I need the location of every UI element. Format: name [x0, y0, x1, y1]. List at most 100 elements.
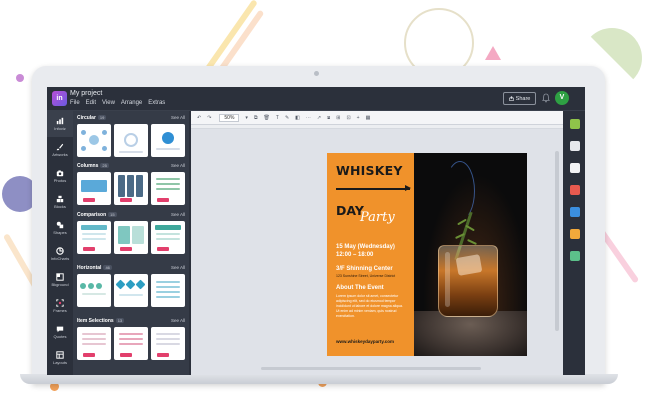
paint-icon[interactable] [570, 119, 580, 129]
group-icon[interactable]: ⊡ [346, 115, 350, 121]
editor-toolbar: ↶ ↷ 50% ▾ ⧉ 🗑 T ✎ ◧ ⋯ ↗ ⧈ ⊞ ⊡ + ▦ [191, 111, 563, 125]
arrow-icon [336, 185, 411, 191]
project-name[interactable]: My project [70, 90, 102, 97]
horizontal-scrollbar[interactable] [261, 367, 481, 370]
canvas-area[interactable]: ↶ ↷ 50% ▾ ⧉ 🗑 T ✎ ◧ ⋯ ↗ ⧈ ⊞ ⊡ + ▦ WHISKE… [191, 111, 563, 375]
template-thumbnail[interactable] [77, 274, 111, 307]
camera-icon [56, 170, 64, 177]
zoom-out-icon[interactable]: ▾ [245, 115, 248, 121]
layers-icon[interactable] [570, 185, 580, 195]
sidebar-item-quotes[interactable]: Quotes [47, 319, 73, 345]
template-thumbnail[interactable] [151, 327, 185, 360]
poster-venue[interactable]: 3/F Shinning Center [336, 266, 393, 272]
template-thumbnail[interactable] [77, 124, 111, 157]
poster-date[interactable]: 15 May (Wednesday) [336, 244, 395, 250]
sidebar-item-blocks[interactable]: Blocks [47, 189, 73, 215]
poster-about-heading[interactable]: About The Event [336, 285, 384, 291]
thumb-row [77, 327, 185, 360]
pen-icon[interactable]: ✎ [285, 115, 289, 121]
sidebar-item-bkground[interactable]: Bkground [47, 267, 73, 293]
poster-party[interactable]: Party [360, 210, 395, 225]
sidebar-item-shapes[interactable]: Shapes [47, 215, 73, 241]
bell-icon[interactable] [542, 93, 550, 103]
grid-icon[interactable]: ▦ [366, 115, 371, 121]
copy-icon[interactable]: ⧉ [254, 115, 258, 121]
sidebar-item-layouts[interactable]: Layouts [47, 345, 73, 371]
sidebar-label: Blocks [54, 204, 66, 209]
template-thumbnail[interactable] [114, 124, 148, 157]
see-all-link[interactable]: See All [171, 163, 185, 168]
comment-icon[interactable] [570, 251, 580, 261]
sidebar-label: Frames [53, 308, 67, 313]
fill-icon[interactable]: ◧ [295, 115, 300, 121]
sidebar-item-infoviz[interactable]: Infoviz [47, 111, 73, 137]
align-icon[interactable]: ⊞ [336, 115, 340, 121]
app-logo[interactable]: in [52, 91, 67, 106]
user-avatar[interactable]: V [555, 91, 569, 105]
section-title: Horizontal 46 [77, 265, 112, 271]
see-all-link[interactable]: See All [171, 318, 185, 323]
section-comparison: Comparison 15 See All [77, 210, 185, 254]
template-thumbnail[interactable] [151, 124, 185, 157]
app-screen: in My project File Edit View Arrange Ext… [47, 87, 585, 375]
undo-icon[interactable]: ↶ [197, 115, 201, 121]
grid-view-icon[interactable] [570, 207, 580, 217]
add-icon[interactable]: + [357, 115, 360, 121]
section-header: Columns 25 See All [77, 161, 185, 170]
template-thumbnail[interactable] [151, 274, 185, 307]
poster-url[interactable]: www.whiskeydayparty.com [336, 339, 394, 344]
quote-icon [56, 326, 64, 333]
settings-icon[interactable] [570, 229, 580, 239]
blocks-icon [56, 195, 64, 203]
search-icon[interactable] [570, 141, 580, 151]
template-thumbnail[interactable] [77, 172, 111, 205]
share-button[interactable]: Share [503, 92, 536, 105]
template-thumbnail[interactable] [114, 221, 148, 254]
connector-icon[interactable]: ↗ [317, 115, 321, 121]
poster-time[interactable]: 12:00 – 18:00 [336, 252, 373, 258]
arrange-icon[interactable]: ⧈ [327, 115, 330, 121]
template-thumbnail[interactable] [77, 221, 111, 254]
template-thumbnail[interactable] [77, 327, 111, 360]
top-bar: in My project File Edit View Arrange Ext… [47, 87, 585, 111]
sidebar-item-photos[interactable]: Photos [47, 163, 73, 189]
sidebar-item-artworks[interactable]: Artworks [47, 137, 73, 163]
background-icon [56, 273, 64, 281]
menu-view[interactable]: View [102, 100, 115, 106]
zoom-select[interactable]: 50% [219, 113, 240, 122]
template-thumbnail[interactable] [114, 274, 148, 307]
see-all-link[interactable]: See All [171, 115, 185, 120]
section-header: Item Selections 13 See All [77, 316, 185, 325]
right-toolbar [565, 111, 585, 375]
sidebar-item-frames[interactable]: Frames [47, 293, 73, 319]
template-panel: Circular 19 See All Columns 25 See All C… [73, 111, 189, 375]
count-badge: 46 [103, 265, 112, 270]
menu-arrange[interactable]: Arrange [121, 100, 142, 106]
delete-icon[interactable]: 🗑 [264, 115, 270, 121]
template-thumbnail[interactable] [151, 221, 185, 254]
poster-about-body[interactable]: Lorem ipsum dolor sit amet, consectetur … [336, 294, 406, 319]
menu-extras[interactable]: Extras [148, 100, 165, 106]
see-all-link[interactable]: See All [171, 212, 185, 217]
section-title-text: Comparison [77, 211, 107, 218]
template-thumbnail[interactable] [114, 172, 148, 205]
redo-icon[interactable]: ↷ [207, 115, 211, 121]
sidebar-label: InfoCharts [50, 256, 70, 261]
ruler [191, 125, 563, 129]
vertical-scrollbar[interactable] [555, 151, 559, 331]
thumb-row [77, 172, 185, 205]
poster-design[interactable]: WHISKEY DAY Party 15 May (Wednesday) 12:… [327, 153, 527, 356]
page-icon[interactable] [570, 163, 580, 173]
poster-title[interactable]: WHISKEY [336, 163, 403, 178]
poster-venue-address[interactable]: 123 Sunshine Street, Universe District [336, 274, 395, 278]
text-icon[interactable]: T [276, 115, 279, 121]
layout-icon [56, 351, 64, 359]
see-all-link[interactable]: See All [171, 265, 185, 270]
line-style-icon[interactable]: ⋯ [306, 115, 311, 121]
menu-file[interactable]: File [70, 100, 80, 106]
menu-edit[interactable]: Edit [86, 100, 96, 106]
template-thumbnail[interactable] [151, 172, 185, 205]
sidebar-label: Infoviz [54, 126, 66, 131]
sidebar-item-infocharts[interactable]: InfoCharts [47, 241, 73, 267]
template-thumbnail[interactable] [114, 327, 148, 360]
